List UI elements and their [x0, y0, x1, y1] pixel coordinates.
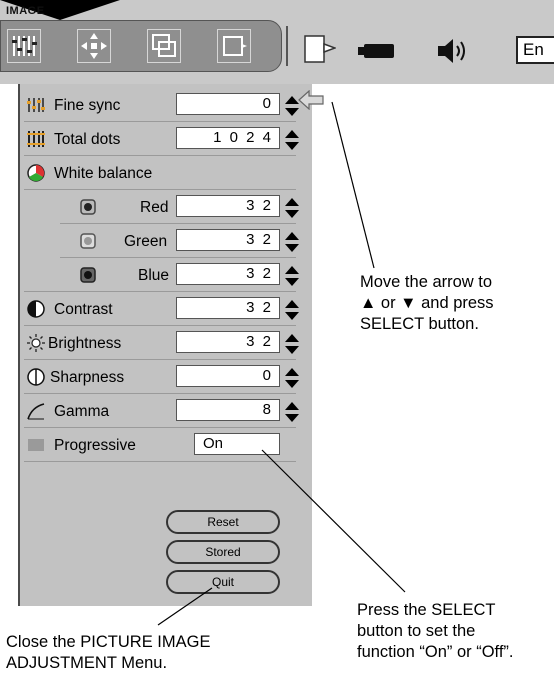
select-note: Press the SELECT button to set the funct…: [357, 600, 514, 663]
quit-callout-line: [157, 587, 213, 626]
quit-note-line: Close the PICTURE IMAGE: [6, 633, 211, 651]
arrow-note-line: ▲ or ▼ and press: [360, 294, 494, 312]
arrow-callout-line: [331, 101, 375, 269]
quit-note-line: ADJUSTMENT Menu.: [6, 654, 168, 672]
arrow-note-line: SELECT button.: [360, 315, 479, 333]
progressive-callout-line: [261, 449, 406, 593]
quit-note: Close the PICTURE IMAGE ADJUSTMENT Menu.: [6, 632, 210, 674]
arrow-note-line: Move the arrow to: [360, 273, 493, 291]
select-note-line: function “On” or “Off”.: [357, 643, 514, 661]
callout-lines: [157, 101, 406, 626]
select-note-line: button to set the: [357, 622, 476, 640]
select-note-line: Press the SELECT: [357, 601, 496, 619]
arrow-note: Move the arrow to ▲ or ▼ and press SELEC…: [360, 272, 494, 335]
